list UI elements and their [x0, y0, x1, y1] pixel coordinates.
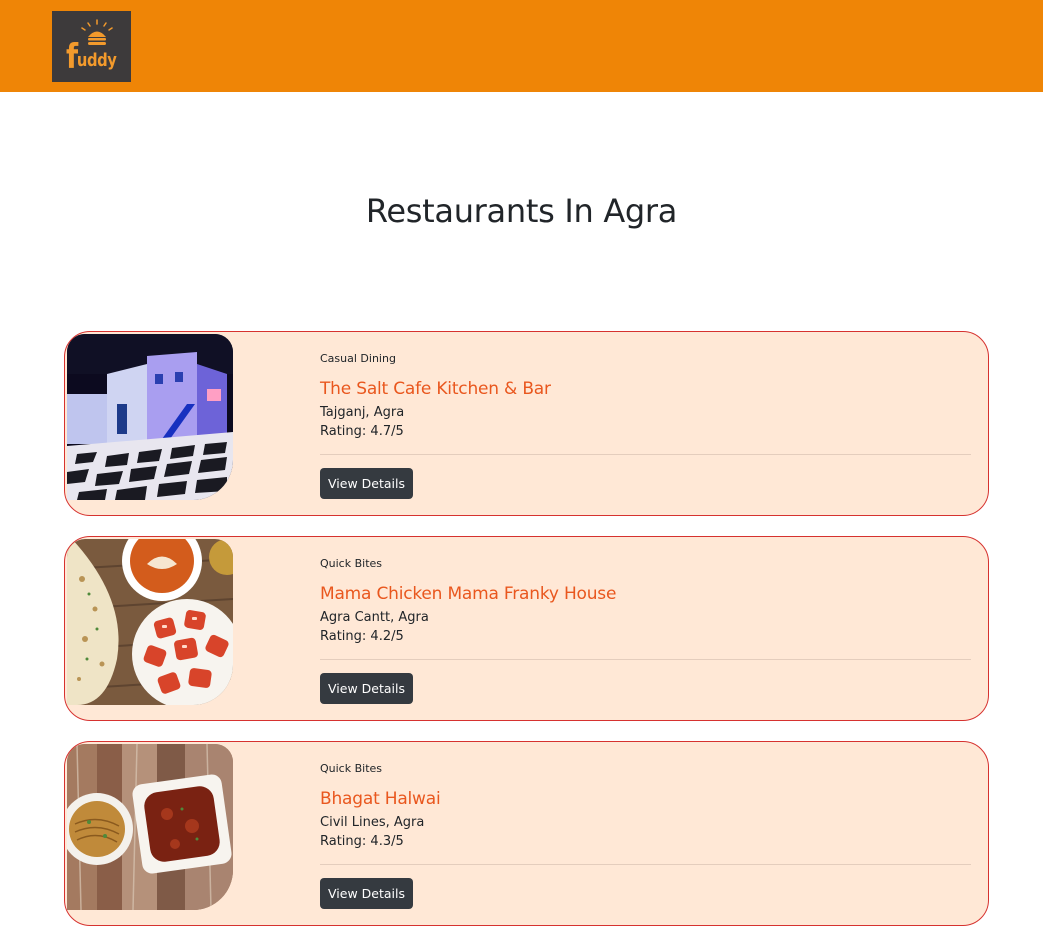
restaurant-rating: Rating: 4.3/5: [320, 834, 404, 849]
restaurant-card: Casual Dining The Salt Cafe Kitchen & Ba…: [64, 331, 989, 516]
restaurant-image: [67, 539, 233, 705]
restaurant-card-body: Casual Dining The Salt Cafe Kitchen & Ba…: [320, 332, 971, 515]
cuisine-type: Quick Bites: [320, 762, 383, 775]
cuisine-type: Casual Dining: [320, 352, 396, 365]
tandoori-naan-food-photo: [67, 539, 233, 705]
restaurant-image: [67, 334, 233, 500]
restaurant-location: Civil Lines, Agra: [320, 815, 425, 830]
view-details-button[interactable]: View Details: [320, 673, 413, 704]
noodles-curry-food-photo: [67, 744, 233, 910]
restaurant-card-body: Quick Bites Bhagat Halwai Civil Lines, A…: [320, 742, 971, 925]
card-divider: [320, 454, 971, 455]
restaurant-name[interactable]: The Salt Cafe Kitchen & Bar: [320, 379, 551, 399]
cuisine-type: Quick Bites: [320, 557, 383, 570]
restaurant-location: Tajganj, Agra: [320, 405, 405, 420]
restaurant-card: Quick Bites Mama Chicken Mama Franky Hou…: [64, 536, 989, 721]
restaurant-card: Quick Bites Bhagat Halwai Civil Lines, A…: [64, 741, 989, 926]
fuddy-logo[interactable]: fuddy: [52, 11, 131, 82]
restaurant-name[interactable]: Mama Chicken Mama Franky House: [320, 584, 616, 604]
restaurant-rating: Rating: 4.7/5: [320, 424, 404, 439]
view-details-button[interactable]: View Details: [320, 878, 413, 909]
restaurant-rating: Rating: 4.2/5: [320, 629, 404, 644]
restaurant-image: [67, 744, 233, 910]
view-details-button[interactable]: View Details: [320, 468, 413, 499]
card-divider: [320, 864, 971, 865]
logo-wordmark: fuddy: [66, 37, 117, 77]
page-title: Restaurants In Agra: [365, 192, 678, 230]
top-navbar: fuddy: [0, 0, 1043, 92]
restaurant-exterior-photo: [67, 334, 233, 500]
restaurant-location: Agra Cantt, Agra: [320, 610, 429, 625]
restaurant-card-body: Quick Bites Mama Chicken Mama Franky Hou…: [320, 537, 971, 720]
restaurant-name[interactable]: Bhagat Halwai: [320, 789, 441, 809]
card-divider: [320, 659, 971, 660]
